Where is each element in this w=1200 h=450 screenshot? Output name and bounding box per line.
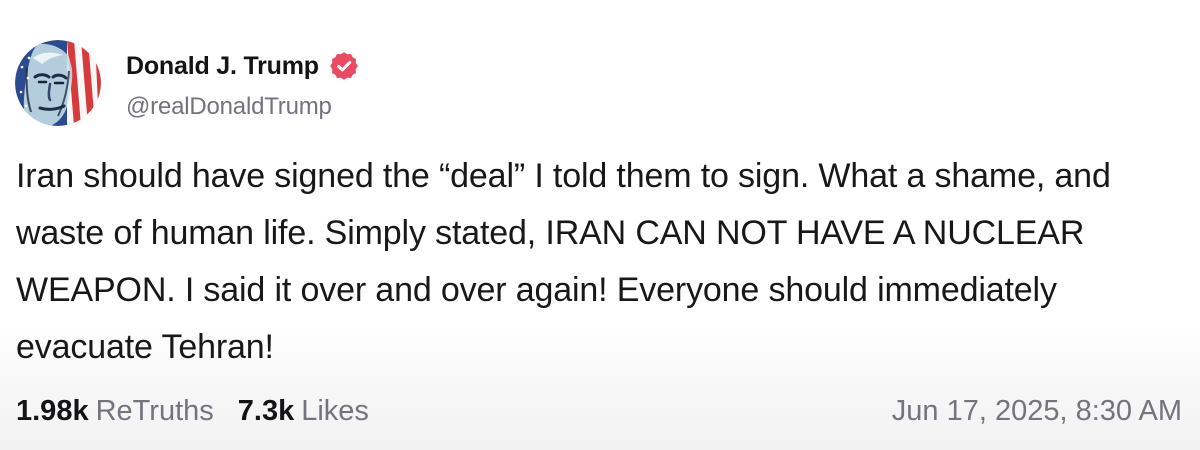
post-header: Donald J. Trump @realDonaldTrump [15,40,360,130]
author-name-row: Donald J. Trump [126,48,360,84]
retruths-label: ReTruths [95,395,214,427]
likes-stat[interactable]: 7.3k Likes [238,395,369,428]
likes-count: 7.3k [237,395,295,427]
post-footer: 1.98k ReTruths 7.3k Likes Jun 17, 2025, … [16,395,1182,428]
likes-label: Likes [301,395,369,427]
post-stats: 1.98k ReTruths 7.3k Likes [16,395,369,428]
author-identity: Donald J. Trump @realDonaldTrump [126,40,360,121]
verified-badge-icon [328,50,360,82]
profile-avatar[interactable] [15,40,101,126]
retruths-count: 1.98k [16,395,89,427]
post-timestamp[interactable]: Jun 17, 2025, 8:30 AM [892,395,1182,428]
author-display-name[interactable]: Donald J. Trump [126,52,319,81]
post-body-text: Iran should have signed the “deal” I tol… [16,157,1111,366]
truth-post-card: Donald J. Trump @realDonaldTrump Iran sh… [0,0,1200,450]
author-handle[interactable]: @realDonaldTrump [126,93,360,121]
retruths-stat[interactable]: 1.98k ReTruths [16,395,214,428]
